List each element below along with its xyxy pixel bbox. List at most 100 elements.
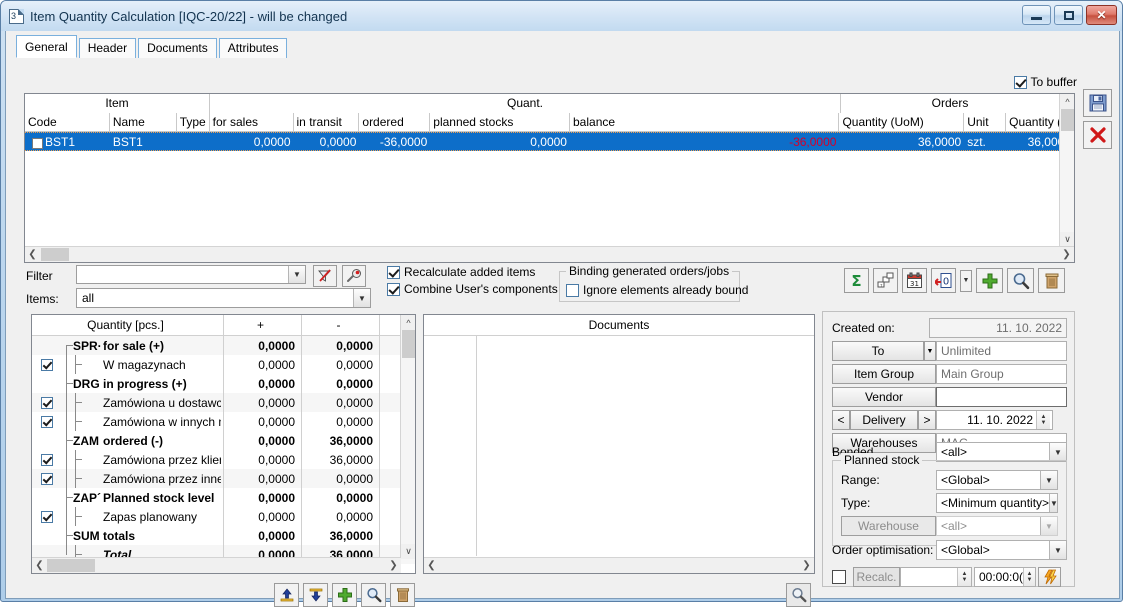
search-button[interactable] <box>1007 268 1034 293</box>
documents-search-button[interactable] <box>786 583 811 607</box>
tab-general[interactable]: General <box>16 35 77 58</box>
grid-vscroll-thumb[interactable] <box>1060 109 1074 131</box>
scroll-right-icon[interactable]: ❯ <box>386 560 401 571</box>
maximize-button[interactable] <box>1054 5 1083 25</box>
delivery-spinner[interactable]: ▲ ▼ <box>1036 411 1050 429</box>
delete-button[interactable] <box>1038 268 1065 293</box>
tree-row[interactable]: Zamówiona przez inne mag0,00000,0000 <box>32 469 415 488</box>
structure-button[interactable]: T <box>873 268 898 293</box>
tab-attributes[interactable]: Attributes <box>218 38 288 58</box>
recalc-spinner[interactable]: ▲ ▼ <box>957 568 971 586</box>
save-button[interactable] <box>1083 89 1112 117</box>
cancel-button[interactable] <box>1083 121 1112 149</box>
vendor-button[interactable]: Vendor <box>832 387 936 407</box>
recalc-time-field[interactable]: 00:00:0( ▲ ▼ <box>974 567 1036 587</box>
scroll-left-icon[interactable]: ❮ <box>32 560 47 571</box>
calendar-button[interactable]: 31 <box>902 268 927 293</box>
grid-col-type[interactable]: Type <box>176 113 210 131</box>
item-group-button[interactable]: Item Group <box>832 364 936 384</box>
tree-horizontal-scrollbar[interactable]: ❮ ❯ <box>32 557 401 573</box>
grid-col-planned[interactable]: planned stocks <box>430 113 570 131</box>
scroll-down-icon[interactable]: ∨ <box>401 544 415 559</box>
items-select[interactable]: all ▼ <box>76 288 371 308</box>
tree-row[interactable]: SPR· for sale (+) 0,0000 0,0000 <box>32 336 415 355</box>
sum-button[interactable]: Σ <box>844 268 869 293</box>
grid-col-for-sales[interactable]: for sales <box>209 113 294 131</box>
range-select[interactable]: <Global> ▼ <box>936 470 1058 490</box>
table-row[interactable]: BST1 BST1 0,0000 0,0000 -36,0000 0,0000 … <box>25 132 1074 151</box>
recalc-interval-field[interactable]: ▲ ▼ <box>900 567 972 587</box>
tree-col-plus[interactable]: + <box>224 315 302 335</box>
tree-row[interactable]: W magazynach 0,0000 0,0000 <box>32 355 415 374</box>
tree-row[interactable]: ZAP´ Planned stock level 0,0000 0,0000 <box>32 488 415 507</box>
grid-col-ordered[interactable]: ordered <box>359 113 431 131</box>
recalc-time-spinner[interactable]: ▲ ▼ <box>1023 568 1035 586</box>
items-grid[interactable]: Item Quant. Orders Code Name Type for sa… <box>24 93 1075 263</box>
vendor-field[interactable] <box>936 387 1067 407</box>
tree-row[interactable]: Zamówiona przez klientów0,000036,0000 <box>32 450 415 469</box>
scroll-up-icon[interactable]: ^ <box>401 315 415 330</box>
scroll-left-icon[interactable]: ❮ <box>424 560 439 571</box>
tree-row[interactable]: DRG in progress (+) 0,0000 0,0000 <box>32 374 415 393</box>
tree-col-quantity[interactable]: Quantity [pcs.] <box>32 315 224 335</box>
delivery-button[interactable]: Delivery <box>850 410 918 430</box>
documents-panel[interactable]: Documents ❮ ❯ <box>423 314 815 574</box>
add-row-button[interactable] <box>332 583 357 607</box>
chevron-down-icon[interactable]: ▼ <box>353 289 370 307</box>
recalc-checkbox[interactable] <box>832 570 846 584</box>
grid-col-unit[interactable]: Unit <box>964 113 1007 131</box>
combine-user-components-checkbox[interactable]: Combine User's components <box>387 282 558 296</box>
scroll-right-icon[interactable]: ❯ <box>799 560 814 571</box>
scroll-right-icon[interactable]: ❯ <box>1059 249 1074 260</box>
filter-edit-button[interactable] <box>342 265 366 287</box>
scroll-left-icon[interactable]: ❮ <box>25 249 40 260</box>
tab-header[interactable]: Header <box>78 38 137 58</box>
tree-row-checkbox-cell[interactable] <box>32 450 61 469</box>
quantity-tree[interactable]: Quantity [pcs.] + - SPR· for sale (+) 0,00… <box>31 314 416 574</box>
recalculate-added-items-checkbox[interactable]: Recalculate added items <box>387 265 535 279</box>
tree-col-minus[interactable]: - <box>302 315 380 335</box>
tree-row-checkbox-cell[interactable] <box>32 355 61 374</box>
order-optimisation-select[interactable]: <Global> ▼ <box>936 540 1067 560</box>
grid-col-code[interactable]: Code <box>25 113 110 131</box>
to-value[interactable]: Unlimited <box>936 341 1067 361</box>
zero-button[interactable]: 0 <box>931 268 956 293</box>
minimize-button[interactable] <box>1022 5 1051 25</box>
tree-row-checkbox-cell[interactable] <box>32 507 61 526</box>
tab-documents[interactable]: Documents <box>138 38 217 58</box>
grid-col-balance[interactable]: balance <box>570 113 840 131</box>
close-button[interactable]: ✕ <box>1086 5 1117 25</box>
move-down-button[interactable] <box>303 583 328 607</box>
documents-horizontal-scrollbar[interactable]: ❮ ❯ <box>424 557 814 573</box>
recalc-run-button[interactable] <box>1038 567 1061 587</box>
bonded-select[interactable]: <all> ▼ <box>936 442 1067 462</box>
grid-col-qty-uom[interactable]: Quantity (UoM) <box>839 113 965 131</box>
type-select[interactable]: <Minimum quantity> ▼ <box>936 493 1058 513</box>
tree-row-checkbox-cell[interactable] <box>32 469 61 488</box>
chevron-down-icon[interactable]: ▼ <box>288 266 305 283</box>
ignore-bound-checkbox[interactable]: Ignore elements already bound <box>566 283 748 297</box>
to-dropdown-button[interactable]: ▼ <box>924 341 936 361</box>
scroll-up-icon[interactable]: ^ <box>1060 94 1074 109</box>
add-button[interactable] <box>976 268 1003 293</box>
grid-vertical-scrollbar[interactable]: ^ ∨ <box>1059 94 1074 247</box>
to-buffer-checkbox[interactable]: To buffer <box>1013 75 1077 89</box>
chevron-down-icon[interactable]: ▼ <box>1049 541 1066 559</box>
scroll-down-icon[interactable]: ∨ <box>1060 232 1074 247</box>
tree-row[interactable]: SUM totals 0,0000 36,0000 <box>32 526 415 545</box>
find-row-button[interactable] <box>361 583 386 607</box>
filter-input[interactable]: ▼ <box>76 265 306 284</box>
tree-row[interactable]: Zapas planowany 0,0000 0,0000 <box>32 507 415 526</box>
delivery-prev-button[interactable]: < <box>832 410 850 430</box>
row-select-checkbox[interactable] <box>32 138 43 149</box>
filter-clear-button[interactable] <box>313 265 337 287</box>
grid-col-name[interactable]: Name <box>109 113 177 131</box>
tree-hscroll-thumb[interactable] <box>47 559 95 572</box>
tree-row[interactable]: Zamówiona u dostawców (0,00000,0000 <box>32 393 415 412</box>
tree-row-checkbox-cell[interactable] <box>32 412 61 431</box>
tree-vertical-scrollbar[interactable]: ^ ∨ <box>400 315 415 559</box>
tree-vscroll-thumb[interactable] <box>401 330 415 358</box>
grid-hscroll-thumb[interactable] <box>41 248 69 261</box>
grid-col-in-transit[interactable]: in transit <box>293 113 360 131</box>
zero-dropdown-button[interactable]: ▼ <box>960 269 972 292</box>
